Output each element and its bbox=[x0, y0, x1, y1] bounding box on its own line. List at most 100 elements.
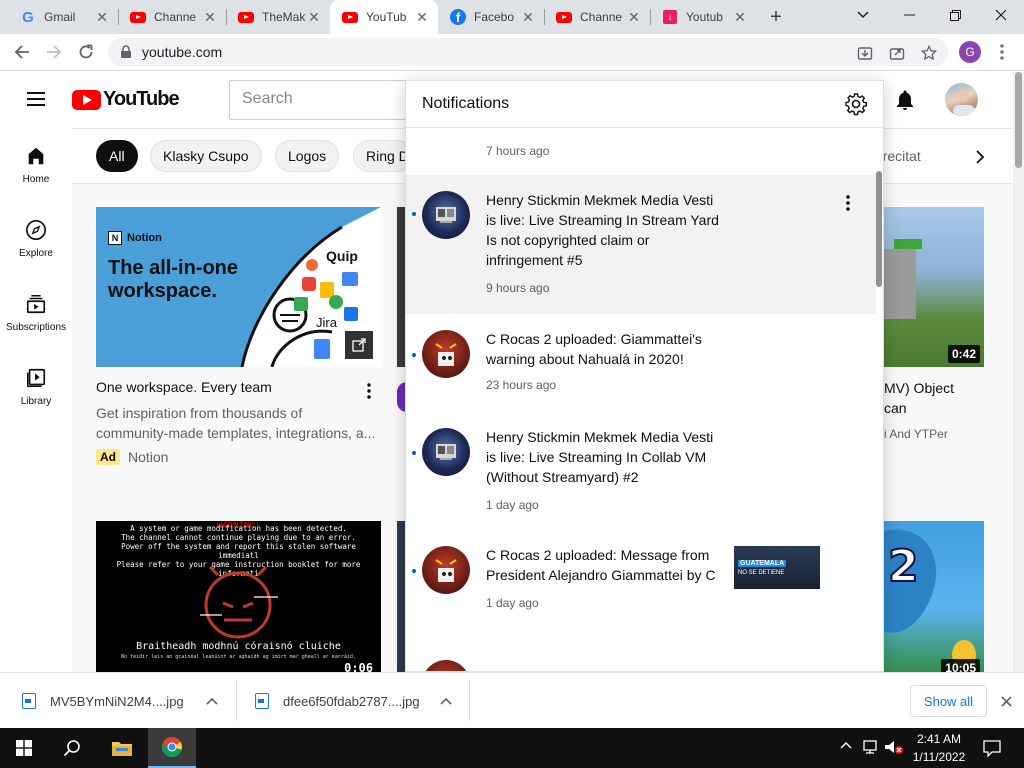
notification-item[interactable]: Henry Stickmin Mekmek Media Vesti is liv… bbox=[406, 175, 876, 314]
channel-avatar[interactable] bbox=[422, 546, 470, 594]
back-button[interactable] bbox=[10, 40, 34, 64]
lock-icon bbox=[121, 45, 131, 58]
search-icon bbox=[63, 740, 80, 757]
chevron-up-icon[interactable] bbox=[206, 697, 218, 705]
ad-thumbnail[interactable]: N Notion The all-in-one workspace. Quip Ji… bbox=[96, 207, 381, 367]
ad-channel[interactable]: Notion bbox=[128, 449, 168, 465]
share-icon[interactable] bbox=[888, 44, 906, 62]
avatar[interactable] bbox=[945, 83, 978, 116]
close-icon[interactable]: ✕ bbox=[520, 9, 536, 25]
taskbar-clock[interactable]: 2:41 AM 1/11/2022 bbox=[904, 730, 974, 766]
youtube-logo[interactable]: YouTube bbox=[72, 88, 180, 111]
chip-ring-d[interactable]: Ring D bbox=[353, 140, 413, 172]
ad-card[interactable]: N Notion The all-in-one workspace. Quip Ji… bbox=[96, 207, 381, 477]
close-icon[interactable]: ✕ bbox=[306, 9, 322, 25]
notification-settings-button[interactable] bbox=[844, 92, 868, 116]
close-window-button[interactable] bbox=[978, 0, 1024, 30]
youtube-logo-icon bbox=[72, 89, 101, 110]
tab-title: Gmail bbox=[44, 10, 76, 24]
notification-item[interactable]: C Rocas 2 uploaded: Giammattei's warning… bbox=[406, 314, 876, 418]
tray-chevron-up-icon[interactable] bbox=[840, 741, 852, 749]
download-item[interactable]: dfee6f50fdab2787....jpg bbox=[255, 673, 455, 729]
search-box[interactable] bbox=[229, 80, 409, 120]
sidebar-item-home[interactable]: Home bbox=[0, 128, 72, 202]
tab-youtube-downloader[interactable]: ↓ Youtub ✕ bbox=[650, 0, 756, 34]
video-thumbnail-right[interactable]: 0:42 bbox=[884, 207, 984, 367]
chip-all[interactable]: All bbox=[96, 140, 138, 172]
action-center-icon[interactable] bbox=[983, 739, 1001, 757]
chip-next-button[interactable] bbox=[968, 145, 992, 169]
chip-klasky-csupo[interactable]: Klasky Csupo bbox=[150, 140, 262, 172]
notification-text: Henry Stickmin Mekmek Media Vesti is liv… bbox=[486, 192, 719, 268]
tab-youtube-active[interactable]: YouTub ✕ bbox=[330, 0, 438, 34]
menu-icon[interactable] bbox=[24, 89, 48, 111]
image-file-icon bbox=[22, 693, 36, 709]
address-bar[interactable]: youtube.com bbox=[108, 38, 948, 66]
notification-item[interactable] bbox=[406, 654, 876, 671]
sidebar-item-library[interactable]: Library bbox=[0, 350, 72, 424]
download-item[interactable]: MV5BYmNiN2M4....jpg bbox=[22, 673, 222, 729]
close-icon[interactable]: ✕ bbox=[732, 9, 748, 25]
new-tab-button[interactable]: + bbox=[766, 6, 786, 28]
guide-sidebar: Home Explore Subscriptions Library bbox=[0, 128, 72, 672]
close-downloads-bar-button[interactable] bbox=[996, 691, 1016, 711]
close-icon[interactable]: ✕ bbox=[94, 9, 110, 25]
close-icon[interactable]: ✕ bbox=[626, 9, 642, 25]
notification-menu-button[interactable] bbox=[838, 191, 858, 215]
notifications-button[interactable] bbox=[893, 88, 917, 112]
start-button[interactable] bbox=[0, 728, 48, 768]
search-input[interactable] bbox=[242, 90, 392, 108]
notification-item[interactable]: Henry Stickmin Mekmek Media Vesti is liv… bbox=[406, 418, 876, 536]
channel-avatar-icon bbox=[435, 559, 457, 582]
chrome-profile-avatar[interactable]: G bbox=[959, 41, 981, 63]
video-thumbnail-error-screen[interactable]: WARNING! A system or game modification h… bbox=[96, 521, 381, 672]
video-channel-right[interactable]: i And YTPer bbox=[884, 424, 984, 444]
tab-channel-2[interactable]: Channe ✕ bbox=[544, 0, 650, 34]
tab-gmail[interactable]: G Gmail ✕ bbox=[8, 0, 118, 34]
volume-muted-icon[interactable] bbox=[884, 739, 904, 755]
chip-logos[interactable]: Logos bbox=[275, 140, 340, 172]
tab-themak[interactable]: TheMak ✕ bbox=[226, 0, 330, 34]
tab-search-button[interactable] bbox=[840, 0, 886, 30]
close-icon[interactable]: ✕ bbox=[202, 9, 218, 25]
arrow-right-icon bbox=[47, 45, 62, 59]
close-icon[interactable]: ✕ bbox=[414, 9, 430, 25]
unread-dot bbox=[412, 451, 416, 455]
taskbar-file-explorer[interactable] bbox=[98, 728, 146, 768]
tab-facebook[interactable]: f Facebo ✕ bbox=[438, 0, 544, 34]
ad-menu-button[interactable] bbox=[359, 379, 379, 403]
restore-button[interactable] bbox=[932, 0, 978, 30]
video-title-right[interactable]: MV) Object can bbox=[884, 378, 984, 418]
external-link-button[interactable] bbox=[345, 331, 373, 359]
video-thumbnail-bottom-right[interactable]: 2 10:05 bbox=[884, 521, 984, 672]
ad-title[interactable]: One workspace. Every team bbox=[96, 377, 346, 397]
chevron-up-icon[interactable] bbox=[440, 697, 452, 705]
notification-item[interactable]: C Rocas 2 uploaded: Message from Preside… bbox=[406, 536, 876, 654]
forward-button[interactable] bbox=[42, 40, 66, 64]
download-icon: ↓ bbox=[662, 9, 678, 25]
network-icon[interactable] bbox=[862, 739, 880, 755]
show-all-downloads-button[interactable]: Show all bbox=[910, 685, 987, 717]
notifications-scrollbar[interactable] bbox=[876, 171, 882, 287]
channel-avatar[interactable] bbox=[422, 660, 470, 671]
chevron-down-icon bbox=[857, 11, 869, 19]
tab-title: Channe bbox=[580, 10, 623, 24]
channel-avatar[interactable] bbox=[422, 428, 470, 476]
notification-video-thumbnail[interactable]: GUATEMALA NO SE DETIENE bbox=[734, 546, 820, 589]
sidebar-item-explore[interactable]: Explore bbox=[0, 202, 72, 276]
tab-channel-1[interactable]: Channe ✕ bbox=[118, 0, 226, 34]
reload-button[interactable] bbox=[74, 40, 98, 64]
chrome-menu-button[interactable] bbox=[994, 42, 1010, 62]
bookmark-star-icon[interactable] bbox=[920, 44, 938, 62]
sidebar-item-label: Explore bbox=[19, 248, 53, 259]
minimize-button[interactable] bbox=[886, 0, 932, 30]
youtube-icon bbox=[130, 9, 146, 25]
page-scrollbar[interactable] bbox=[1013, 72, 1024, 672]
taskbar-chrome[interactable] bbox=[148, 728, 196, 768]
notifications-header: Notifications bbox=[406, 81, 883, 128]
channel-avatar[interactable] bbox=[422, 330, 470, 378]
sidebar-item-subscriptions[interactable]: Subscriptions bbox=[0, 276, 72, 350]
taskbar-search-button[interactable] bbox=[48, 728, 96, 768]
channel-avatar[interactable] bbox=[422, 191, 470, 239]
install-icon[interactable] bbox=[856, 44, 874, 62]
